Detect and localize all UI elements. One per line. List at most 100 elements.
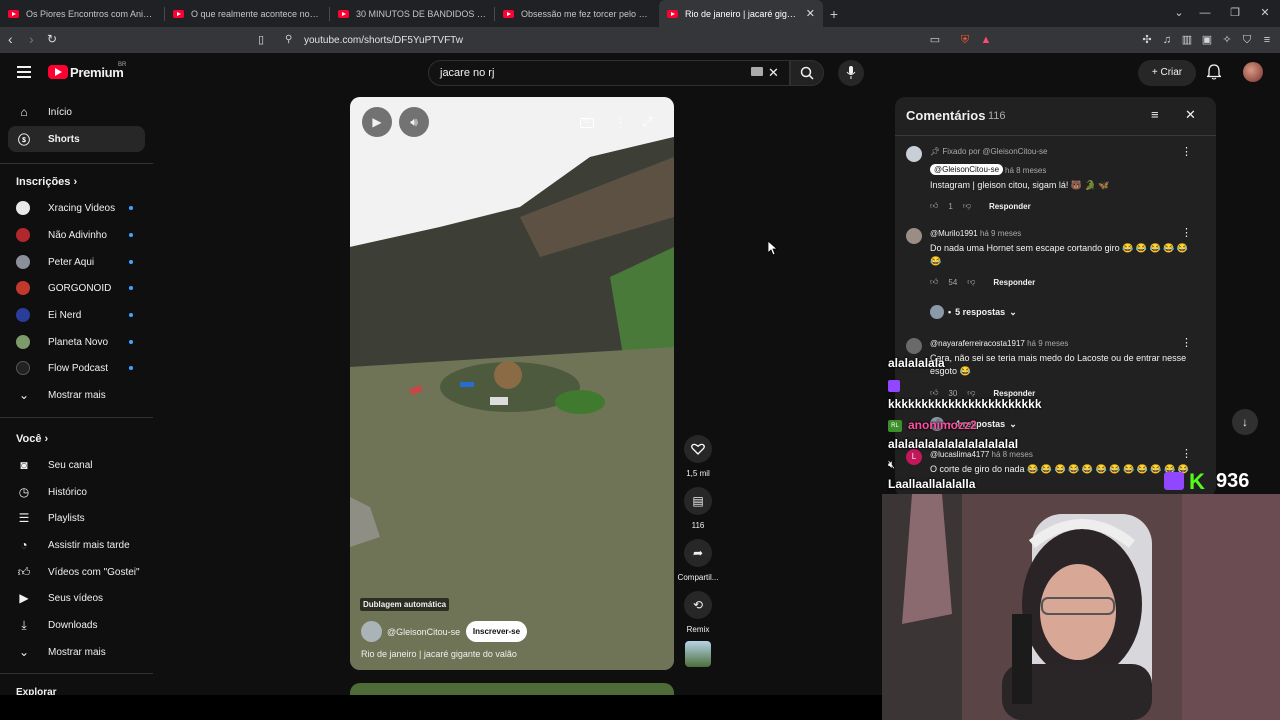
short-video-player[interactable]: ▶ 🔊︎ CC ⋮ ⤢ Dublagem automática @Gleison… [350,97,674,670]
next-short-preview[interactable] [350,683,674,695]
forward-icon[interactable]: › [29,31,34,47]
remix-button[interactable]: ⟲ [684,591,712,619]
sidebar-item-liked-videos[interactable]: 👍︎ Vídeos com "Gostei" [8,559,145,585]
you-heading[interactable]: Você › [16,433,48,445]
share-button[interactable]: ➦ [684,539,712,567]
avatar[interactable] [1243,62,1263,82]
browser-tab-active[interactable]: Rio de janeiro | jacaré gigante d ✕ [659,0,823,27]
tab-title: Rio de janeiro | jacaré gigante d [685,8,799,19]
media-icon[interactable]: ♫ [1160,33,1174,47]
like-button[interactable] [684,435,712,463]
comment-author[interactable]: @lucaslima4177 [930,450,989,459]
keyboard-icon[interactable] [751,67,763,76]
wallet-icon[interactable]: ▣ [1200,33,1214,47]
comment-avatar[interactable] [906,228,922,244]
thumbs-down-icon[interactable]: 👎︎ [963,201,971,211]
thumbs-down-icon[interactable]: 👎︎ [967,277,975,287]
back-icon[interactable]: ‹ [8,31,13,47]
chevron-down-icon: ⌄ [1009,306,1017,317]
search-input[interactable]: jacare no rj ✕ [428,60,790,86]
vpn-icon[interactable]: ⛉ [1240,33,1254,47]
sidebar-item-subscription[interactable]: Flow Podcast [8,355,145,381]
brave-rewards-icon[interactable]: ▲ [979,33,993,47]
comment-author[interactable]: @nayaraferreiracosta1917 [930,339,1025,348]
comment-more-icon[interactable]: ⋮ [1181,447,1192,460]
sidebar-item-subscription[interactable]: GORGONOID [8,275,145,301]
play-button[interactable]: ▶ [362,107,392,137]
sound-thumbnail[interactable] [685,641,711,667]
comment-more-icon[interactable]: ⋮ [1181,145,1192,158]
browser-tab[interactable]: 30 MINUTOS DE BANDIDOS QUE SE [330,0,494,27]
comment-avatar[interactable] [906,146,922,162]
maximize-button[interactable]: ❐ [1220,0,1250,27]
create-button[interactable]: + Criar [1138,60,1196,86]
thumbs-up-icon[interactable]: 👍︎ [930,277,938,287]
logo-text[interactable]: Premium [70,65,124,80]
sidebar-item-your-videos[interactable]: ▶ Seus vídeos [8,585,145,611]
browser-tab[interactable]: Os Piores Encontros com Animais da [0,0,164,27]
new-tab-button[interactable]: + [823,6,845,22]
comment-avatar[interactable] [906,338,922,354]
view-replies-button[interactable]: • 5 respostas ⌄ [930,305,1017,319]
clear-search-icon[interactable]: ✕ [768,61,779,85]
sidebar-item-shorts[interactable]: ⓢ Shorts [8,126,145,152]
comment-more-icon[interactable]: ⋮ [1181,336,1192,349]
youtube-logo-icon[interactable] [48,65,68,79]
reply-button[interactable]: Responder [993,278,1035,287]
notifications-bell-icon[interactable] [1207,64,1221,80]
close-window-button[interactable]: ✕ [1250,0,1280,27]
extensions-icon[interactable]: ✣ [1140,33,1154,47]
remix-icon: ⟲ [692,598,704,612]
scroll-to-bottom-button[interactable]: ↓ [1232,409,1258,435]
sidebar-item-subscription[interactable]: Peter Aqui [8,249,145,275]
subscribe-button[interactable]: Inscrever-se [466,621,527,642]
more-options-icon[interactable]: ⋮ [614,115,627,131]
comment-author[interactable]: @Murilo1991 [930,229,978,238]
captions-icon[interactable]: CC [580,118,594,128]
channel-name[interactable]: @GleisonCitou-se [387,627,460,637]
sidebar-item-seu-canal[interactable]: ◙ Seu canal [8,452,145,478]
sort-icon[interactable]: ≡ [1151,107,1159,122]
sidebar-item-subscription[interactable]: Planeta Novo [8,329,145,355]
browser-tab[interactable]: O que realmente acontece nos baile [165,0,329,27]
sidebar-item-downloads[interactable]: ⤓ Downloads [8,612,145,638]
sidebar-item-subscription[interactable]: Não Adivinho [8,222,145,248]
sidebar-item-watch-later[interactable]: ◔ Assistir mais tarde [8,532,145,558]
new-content-dot [129,260,133,264]
close-tab-icon[interactable]: ✕ [806,7,815,20]
menu-icon[interactable]: ≡ [1260,33,1274,47]
reload-icon[interactable]: ↻ [47,32,57,46]
thumbs-up-icon[interactable]: 👍︎ [930,201,938,211]
show-more-button[interactable]: ⌄ Mostrar mais [8,639,145,665]
site-info-icon[interactable]: ⚲ [285,34,292,45]
sidebar-item-subscription[interactable]: Xracing Videos [8,195,145,221]
sidebar-item-inicio[interactable]: ⌂ Início [8,99,145,125]
close-icon[interactable]: ✕ [1185,107,1196,123]
sidebar-item-playlists[interactable]: ☰ Playlists [8,505,145,531]
sidebar-item-historico[interactable]: ◷ Histórico [8,479,145,505]
new-content-dot [129,340,133,344]
comment-author-badge[interactable]: @GleisonCitou-se [930,164,1004,175]
voice-search-button[interactable] [838,60,864,86]
reply-button[interactable]: Responder [989,202,1031,211]
search-button[interactable] [790,60,824,86]
comments-button[interactable]: ▤ [684,487,712,515]
sidebar-item-subscription[interactable]: Ei Nerd [8,302,145,328]
channel-avatar[interactable] [361,621,382,642]
volume-button[interactable]: 🔊︎ [399,107,429,137]
minimize-button[interactable]: — [1190,0,1220,27]
comment-text: Cara, não sei se teria mais medo do Laco… [930,353,1187,376]
subscriptions-heading[interactable]: Inscrições › [16,176,77,188]
address-bar[interactable]: ⚲ youtube.com/shorts/DF5YuPTVFTw [280,30,1030,50]
brave-shield-icon[interactable]: ⛨ [958,33,972,47]
sidebar-icon[interactable]: ▥ [1180,33,1194,47]
comment-more-icon[interactable]: ⋮ [1181,226,1192,239]
fullscreen-icon[interactable]: ⤢ [642,114,652,130]
comment-avatar[interactable]: L [906,449,922,465]
leo-ai-icon[interactable]: ✧ [1220,33,1234,47]
browser-tab[interactable]: Obsessão me fez torcer pelo demôn [495,0,659,27]
show-more-button[interactable]: ⌄ Mostrar mais [8,382,145,408]
bookmark-icon[interactable]: ▯ [258,33,264,46]
cast-icon[interactable]: ▭ [928,33,942,47]
hamburger-menu-icon[interactable] [17,66,31,78]
